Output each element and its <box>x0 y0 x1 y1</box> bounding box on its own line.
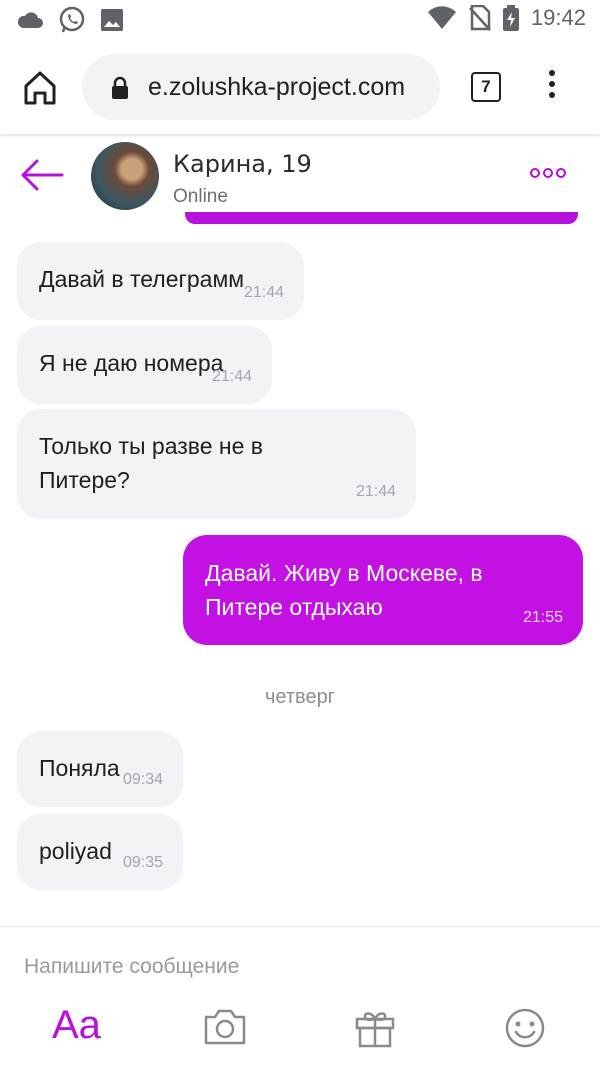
url-text: e.zolushka-project.com <box>148 73 406 101</box>
text-format-button[interactable]: Aa <box>52 1003 101 1048</box>
message-bubble[interactable]: Поняла 09:34 <box>17 731 183 807</box>
day-separator: четверг <box>265 686 335 708</box>
message-text: Давай. Живу в Москеве, в Питере отдыхаю <box>205 560 483 620</box>
pinned-banner[interactable] <box>185 212 578 224</box>
tab-switcher-button[interactable]: 7 <box>471 72 501 102</box>
wifi-icon <box>427 6 456 29</box>
chat-header: Карина, 19 Online <box>0 134 600 226</box>
image-icon <box>101 9 123 31</box>
address-bar[interactable]: e.zolushka-project.com <box>82 54 440 120</box>
browser-toolbar: e.zolushka-project.com 7 <box>0 42 600 134</box>
contact-name: Карина, 19 <box>173 150 312 178</box>
home-button[interactable] <box>20 68 60 108</box>
avatar[interactable] <box>91 142 159 210</box>
home-icon <box>24 71 56 105</box>
status-bar: 19:42 <box>0 0 600 42</box>
menu-dots-icon[interactable] <box>542 70 562 104</box>
camera-icon[interactable] <box>202 1007 248 1047</box>
message-time: 21:55 <box>522 609 563 626</box>
battery-icon <box>502 5 519 31</box>
message-bubble[interactable]: poliyad 09:35 <box>17 814 183 890</box>
message-bubble[interactable]: Давай. Живу в Москеве, в Питере отдыхаю … <box>183 535 583 645</box>
message-time: 21:44 <box>243 284 284 301</box>
message-bubble[interactable]: Только ты разве не в Питере? 21:44 <box>17 409 416 519</box>
message-input[interactable] <box>24 955 584 979</box>
message-time: 21:44 <box>355 483 396 500</box>
more-options-icon[interactable] <box>530 168 566 178</box>
emoji-icon[interactable] <box>504 1007 546 1049</box>
contact-status: Online <box>173 186 228 207</box>
message-bubble[interactable]: Я не даю номера 21:44 <box>17 326 272 404</box>
status-time: 19:42 <box>530 5 586 30</box>
whatsapp-icon <box>59 6 85 33</box>
lock-icon <box>112 76 128 99</box>
message-bubble[interactable]: Давай в телеграмм 21:44 <box>17 242 304 320</box>
cloud-icon <box>17 12 43 28</box>
message-time: 09:34 <box>122 771 163 788</box>
no-sim-icon <box>469 5 491 31</box>
back-arrow-icon[interactable] <box>20 158 64 192</box>
composer: Aa <box>0 926 600 1067</box>
message-time: 21:44 <box>211 368 252 385</box>
message-text: Только ты разве не в Питере? <box>39 433 264 493</box>
message-time: 09:35 <box>122 854 163 871</box>
gift-icon[interactable] <box>354 1007 396 1049</box>
